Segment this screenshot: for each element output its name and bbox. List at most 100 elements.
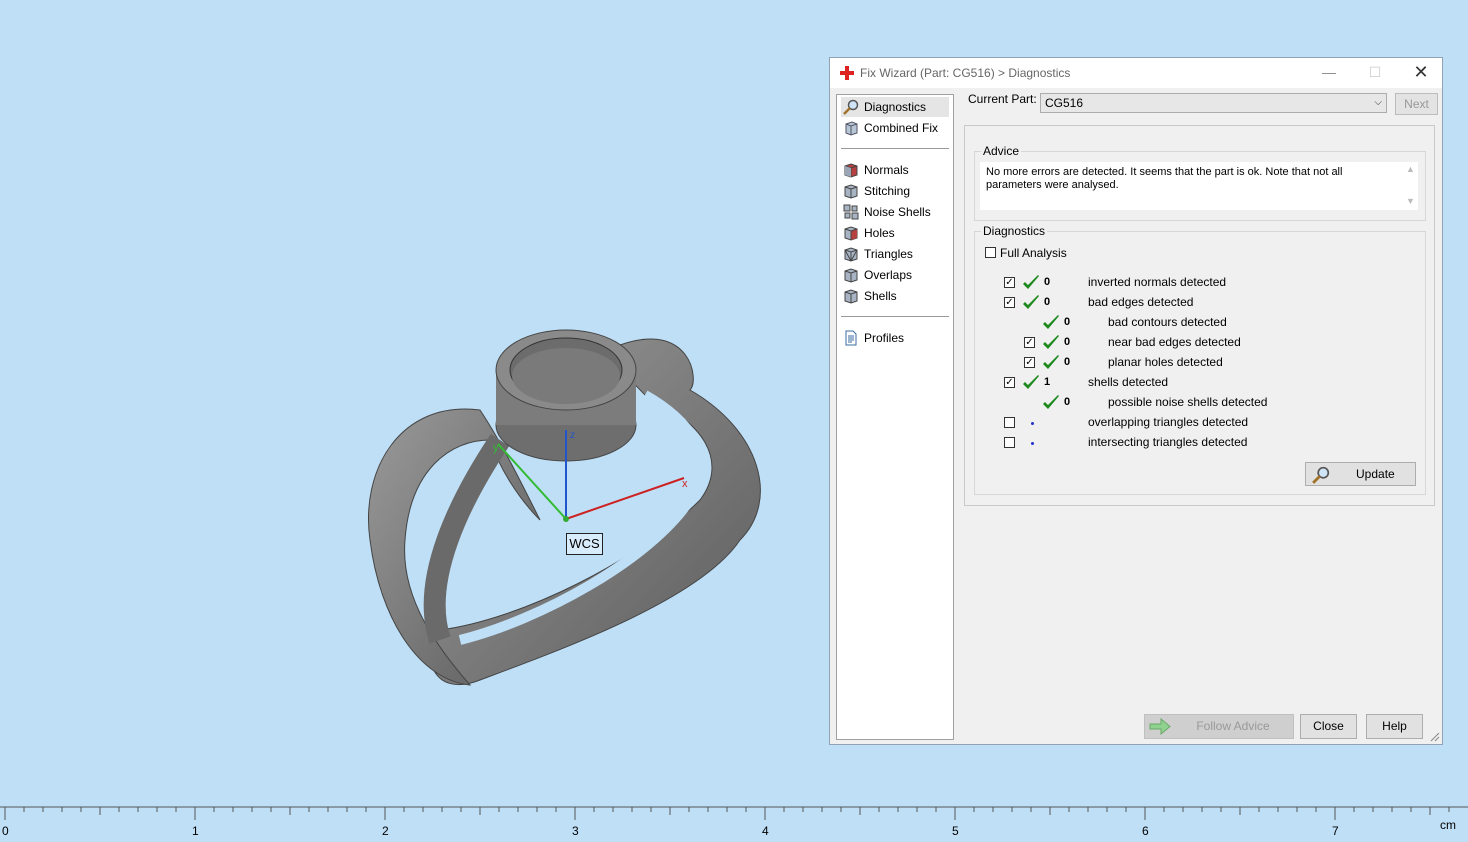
sidebar-item-diagnostics[interactable]: Diagnostics [841,97,949,117]
close-window-button[interactable]: ✕ [1398,58,1444,88]
next-button[interactable]: Next [1395,93,1438,115]
diag-label: near bad edges detected [1108,335,1241,349]
checkmark-icon [1043,355,1059,369]
sidebar-item-stitching[interactable]: Stitching [841,181,949,201]
diag-label: bad edges detected [1088,295,1194,309]
axis-z-label: z [570,430,575,441]
diag-count: 0 [1064,316,1071,328]
ruler-label: 0 [2,824,9,838]
axis-y-label: y [493,442,499,454]
diag-label: planar holes detected [1108,355,1223,369]
document-icon [845,330,857,346]
checkmark-icon [1023,295,1039,309]
diag-count: 0 [1044,296,1051,308]
checkmark-icon [1043,315,1059,329]
advice-title: Advice [981,144,1022,158]
ruler-label: 7 [1332,824,1339,838]
stitching-cube-icon [844,184,858,199]
wcs-label: WCS [566,533,603,555]
current-part-select[interactable]: CG516 ⌵ [1040,93,1387,113]
checkmark-icon [1043,335,1059,349]
diagnostics-title: Diagnostics [981,224,1048,238]
checkmark-icon [1023,275,1039,289]
diag-label: overlapping triangles detected [1088,415,1249,429]
ruler-ticks [0,806,1468,820]
diag-count: 0 [1064,396,1071,408]
diag-checkbox[interactable]: ✓ [1024,357,1035,368]
ruler-label: 4 [762,824,769,838]
normals-cube-icon [844,163,858,178]
wizard-sidebar: Diagnostics Combined Fix Normals Stitchi… [836,94,954,740]
shells-cube-icon [844,289,858,304]
diag-checkbox[interactable]: ✓ [1024,337,1035,348]
current-part-label: Current Part: [968,92,1037,106]
diag-label: shells detected [1088,375,1169,389]
diag-checkbox[interactable] [1004,417,1015,428]
overlaps-cube-icon [844,268,858,283]
magnifier-icon [1312,466,1330,484]
diag-label: possible noise shells detected [1108,395,1268,409]
resize-grip-icon[interactable] [1430,732,1440,742]
sidebar-item-combined-fix[interactable]: Combined Fix [841,118,949,138]
diag-checkbox[interactable] [1004,437,1015,448]
ruler-label: 5 [952,824,959,838]
sidebar-item-overlaps[interactable]: Overlaps [841,265,949,285]
dialog-title: Fix Wizard (Part: CG516) > Diagnostics [860,66,1071,80]
diag-count: 0 [1064,336,1071,348]
ring-model[interactable]: z x y [360,320,780,700]
holes-cube-icon [844,226,858,241]
diag-count: 0 [1044,276,1051,288]
full-analysis-label: Full Analysis [1000,246,1067,260]
diag-count: 0 [1064,356,1071,368]
status-dot-icon [1031,442,1034,445]
red-cross-icon [840,66,854,80]
ruler: 0 1 2 3 4 5 6 7 cm [0,806,1468,842]
sidebar-item-noise-shells[interactable]: Noise Shells [841,202,949,222]
diagnostics-group: Diagnostics Full Analysis ✓ 0 inverted nor… [974,224,1426,495]
sidebar-item-triangles[interactable]: Triangles [841,244,949,264]
cube-icon [845,121,858,136]
scroll-up-icon[interactable]: ▲ [1406,164,1415,174]
ruler-label: 1 [192,824,199,838]
diag-label: intersecting triangles detected [1088,435,1248,449]
axis-x-label: x [682,478,688,490]
help-button[interactable]: Help [1366,714,1423,739]
sidebar-separator [841,316,949,317]
ruler-label: 2 [382,824,389,838]
diag-label: inverted normals detected [1088,275,1227,289]
title-bar[interactable]: Fix Wizard (Part: CG516) > Diagnostics —… [830,58,1442,88]
sidebar-separator [841,148,949,149]
diagnostics-panel: Advice No more errors are detected. It s… [964,125,1435,506]
close-button[interactable]: Close [1300,714,1357,739]
diag-checkbox[interactable]: ✓ [1004,277,1015,288]
advice-scrollbar[interactable]: ▲ ▼ [1404,162,1418,210]
maximize-button[interactable]: ☐ [1352,58,1398,88]
ruler-label: 3 [572,824,579,838]
update-button[interactable]: Update [1305,462,1416,486]
full-analysis-checkbox[interactable] [985,247,996,258]
magnifier-icon [843,99,859,115]
scroll-down-icon[interactable]: ▼ [1406,196,1415,206]
checkmark-icon [1023,375,1039,389]
diag-count: 1 [1044,376,1051,388]
sidebar-item-shells[interactable]: Shells [841,286,949,306]
sidebar-item-normals[interactable]: Normals [841,160,949,180]
advice-group: Advice No more errors are detected. It s… [974,144,1426,221]
arrow-right-icon [1149,718,1171,735]
checkmark-icon [1043,395,1059,409]
minimize-button[interactable]: — [1306,58,1352,88]
diag-checkbox[interactable]: ✓ [1004,297,1015,308]
sidebar-item-holes[interactable]: Holes [841,223,949,243]
chevron-down-icon: ⌵ [1374,97,1382,108]
advice-text: No more errors are detected. It seems th… [980,162,1404,210]
ruler-unit: cm [1440,818,1456,832]
diag-checkbox[interactable]: ✓ [1004,377,1015,388]
fix-wizard-dialog: Fix Wizard (Part: CG516) > Diagnostics —… [829,57,1443,745]
ruler-label: 6 [1142,824,1149,838]
sidebar-item-profiles[interactable]: Profiles [841,328,949,348]
follow-advice-button[interactable]: Follow Advice [1144,714,1294,739]
current-part-value: CG516 [1045,96,1084,110]
status-dot-icon [1031,422,1034,425]
noise-shells-icon [843,204,859,220]
diag-label: bad contours detected [1108,315,1227,329]
